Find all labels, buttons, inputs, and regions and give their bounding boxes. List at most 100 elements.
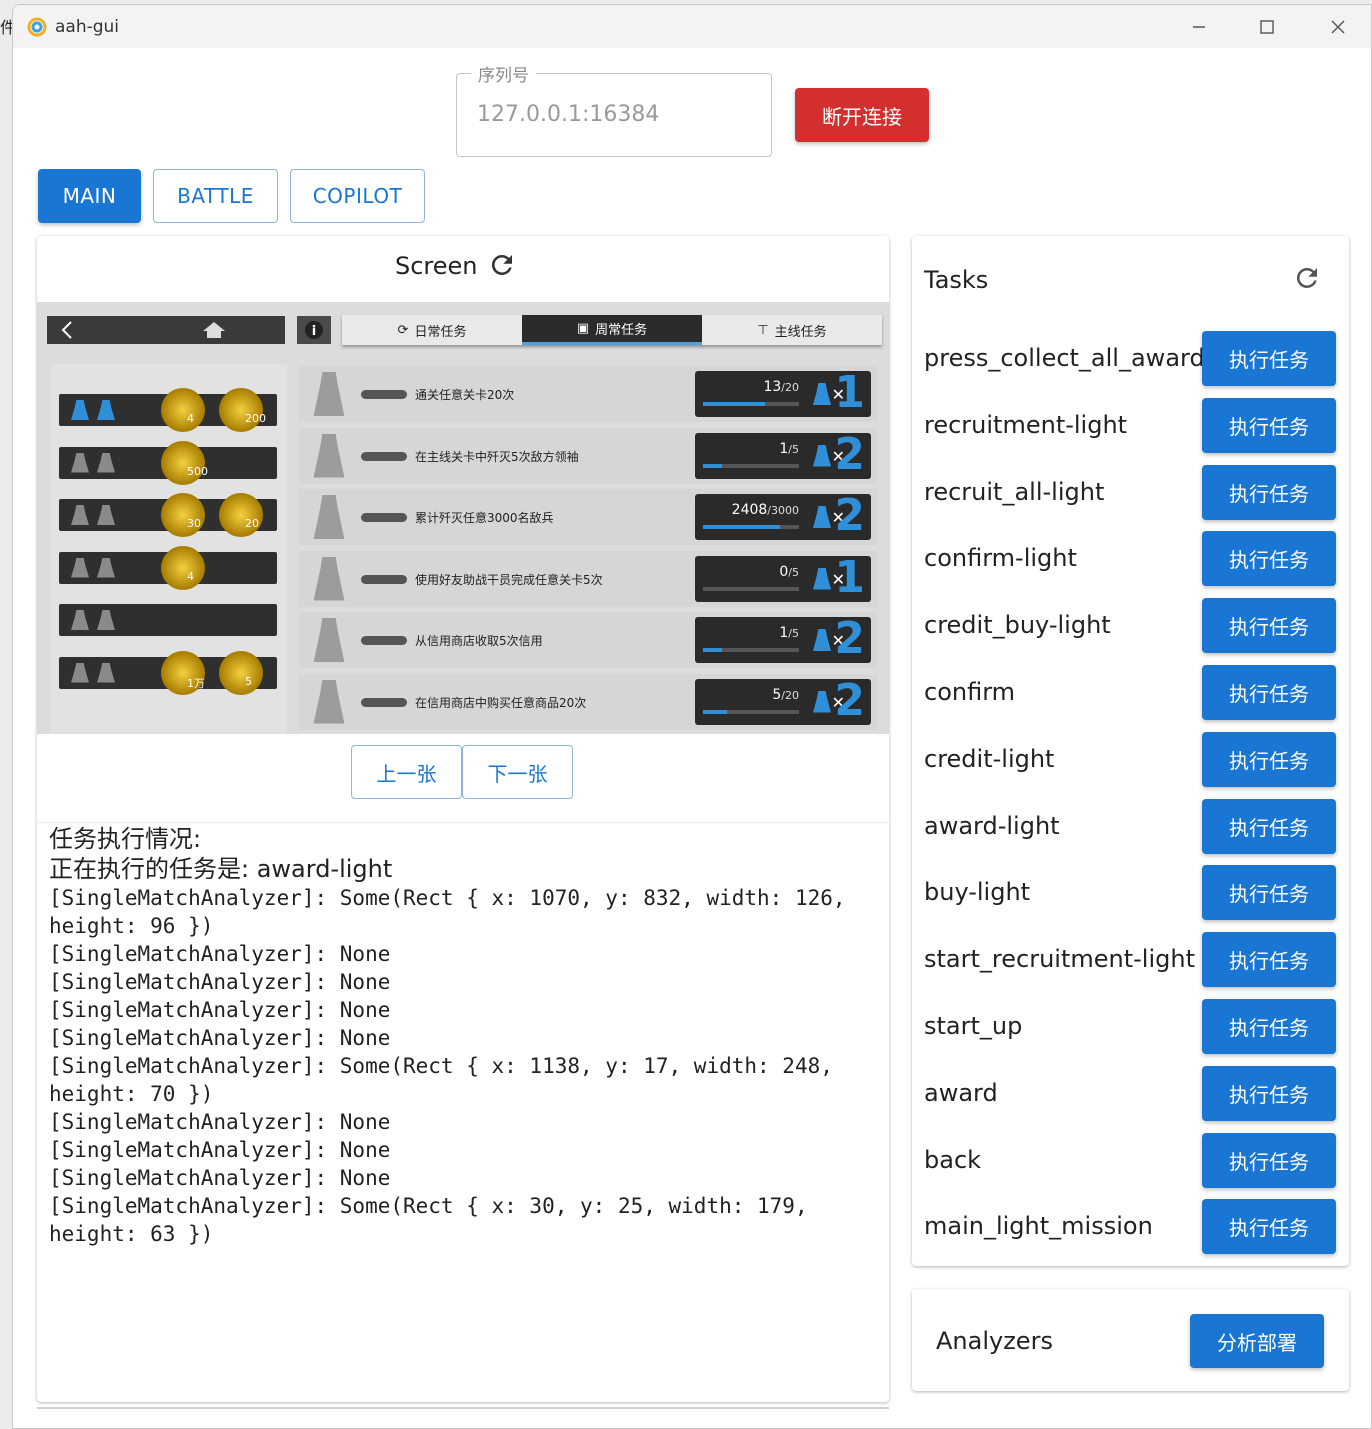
divider [37,1407,889,1409]
task-row: award-light 执行任务 [912,798,1349,854]
tree-icon: ⊤ [757,322,769,338]
progress-value: 13/20 [763,379,799,395]
execute-task-button[interactable]: 执行任务 [1202,1199,1336,1255]
reward-item-icon [219,388,263,432]
log-line: [SingleMatchAnalyzer]: None [49,970,391,994]
disconnect-button[interactable]: 断开连接 [795,88,929,142]
progress-value: 1/5 [779,440,799,457]
tab-main[interactable]: MAIN [38,169,141,223]
mission-row: 在主线关卡中歼灭5次敌方领袖 1/5 ✕ 2 [299,427,877,484]
game-tab-daily: ⟳ 日常任务 [397,322,467,340]
reward-tier-icon [813,506,831,528]
task-name: award [924,1078,998,1107]
reward-list: 4 200 500 30 20 4 1万 5 [51,364,287,734]
task-row: award 执行任务 [912,1065,1349,1121]
mission-text: 从信用商店收取5次信用 [415,634,543,648]
execute-task-button[interactable]: 执行任务 [1202,598,1336,654]
reward-multiplier: 2 [834,613,865,664]
rhodes-tower-icon [313,495,345,539]
execute-task-button[interactable]: 执行任务 [1202,999,1336,1054]
progress-bar [703,402,799,406]
execute-task-button[interactable]: 执行任务 [1202,397,1336,453]
task-row: confirm-light 执行任务 [912,531,1349,587]
progress-bar [703,586,799,591]
execute-task-button[interactable]: 执行任务 [1202,1132,1336,1188]
mission-text: 使用好友助战干员完成任意关卡5次 [415,572,603,587]
progress-bar [703,525,799,529]
refresh-icon[interactable] [487,250,517,280]
reward-item-icon [161,493,205,537]
execute-task-button[interactable]: 执行任务 [1202,331,1336,386]
task-name: recruitment-light [924,410,1128,439]
task-name: confirm [924,678,1016,706]
task-log: 任务执行情况: 正在执行的任务是: award-light [SingleMat… [49,824,884,1248]
rhodes-tower-icon [313,372,345,416]
task-name: press_collect_all_award [924,344,1205,372]
minimize-button[interactable] [1176,13,1222,41]
reward-item-count: 5 [245,674,252,688]
reward-tier-icon [97,452,115,473]
tab-copilot[interactable]: COPILOT [290,169,425,223]
reward-multiplier: 1 [834,367,865,418]
log-line: [SingleMatchAnalyzer]: None [49,998,391,1022]
tasks-card: Tasks press_collect_all_award 执行任务 recruit… [912,236,1349,1266]
execute-task-button[interactable]: 执行任务 [1202,665,1336,720]
next-screenshot-button[interactable]: 下一张 [462,745,573,799]
mission-text: 通关任意关卡20次 [415,388,515,402]
task-name: credit-light [924,744,1055,773]
mission-row: 在信用商店中购买任意商品20次 5/20 ✕ 2 [299,673,877,730]
task-row: buy-light 执行任务 [912,865,1349,921]
reward-tier-icon [97,400,115,420]
execute-task-button[interactable]: 执行任务 [1202,798,1336,854]
analyzers-title: Analyzers [936,1327,1053,1355]
reward-tier-icon [97,505,115,525]
screen-title: Screen [395,252,478,280]
maximize-button[interactable] [1244,13,1290,41]
log-line: [SingleMatchAnalyzer]: Some(Rect { x: 30… [49,1194,821,1246]
task-name: confirm-light [924,544,1077,573]
calendar-icon: ▣ [576,321,590,336]
log-line: [SingleMatchAnalyzer]: None [49,1110,391,1134]
progress-fill [703,402,766,406]
rhodes-tower-icon [313,679,345,724]
progress-fill [703,709,727,714]
info-icon: i [297,316,331,344]
mission-row: 累计歼灭任意3000名敌兵 2408/3000 ✕ 2 [299,489,877,545]
reward-row: 500 [59,440,277,485]
execute-task-button[interactable]: 执行任务 [1202,531,1336,587]
task-row: credit_buy-light 执行任务 [912,598,1349,654]
log-line: [SingleMatchAnalyzer]: None [49,942,391,966]
mission-progress: 13/20 ✕ 1 [695,367,871,418]
reward-item-count: 1万 [187,676,205,690]
task-name: buy-light [924,878,1031,907]
execute-task-button[interactable]: 执行任务 [1202,1065,1336,1121]
screen-card: Screen i ⟳ 日常任务 ▣ 周常任务 ⊤ 主线任务 4 200 500 30 20 4 1… [37,236,889,1402]
reward-item-icon [161,440,205,485]
task-name: back [924,1145,982,1174]
serial-input[interactable]: 127.0.0.1:16384 [477,102,659,127]
mission-text: 累计歼灭任意3000名敌兵 [415,511,554,525]
reward-multiplier: 2 [834,674,865,726]
prev-screenshot-button[interactable]: 上一张 [351,745,462,799]
reward-row: 4 [59,545,277,590]
execute-task-button[interactable]: 执行任务 [1202,464,1336,520]
analyze-deploy-button[interactable]: 分析部署 [1190,1314,1324,1368]
reward-tier-icon [71,557,89,578]
close-button[interactable] [1315,13,1361,41]
execute-task-button[interactable]: 执行任务 [1202,865,1336,921]
tab-battle[interactable]: BATTLE [153,169,278,223]
task-row: press_collect_all_award 执行任务 [912,331,1349,386]
home-icon [203,322,225,338]
reward-item-count: 20 [245,517,259,530]
execute-task-button[interactable]: 执行任务 [1202,932,1336,988]
execute-task-button[interactable]: 执行任务 [1202,731,1336,787]
window-title: aah-gui [55,17,120,37]
mission-row: 使用好友助战干员完成任意关卡5次 0/5 ✕ 1 [299,550,877,607]
task-row: recruitment-light 执行任务 [912,397,1349,453]
mission-row: 从信用商店收取5次信用 1/5 ✕ 2 [299,612,877,668]
mission-progress: 5/20 ✕ 2 [695,674,871,726]
log-line: [SingleMatchAnalyzer]: None [49,1026,391,1050]
progress-bar [703,709,799,714]
refresh-icon[interactable] [1292,263,1322,293]
task-name: start_recruitment-light [924,945,1195,974]
